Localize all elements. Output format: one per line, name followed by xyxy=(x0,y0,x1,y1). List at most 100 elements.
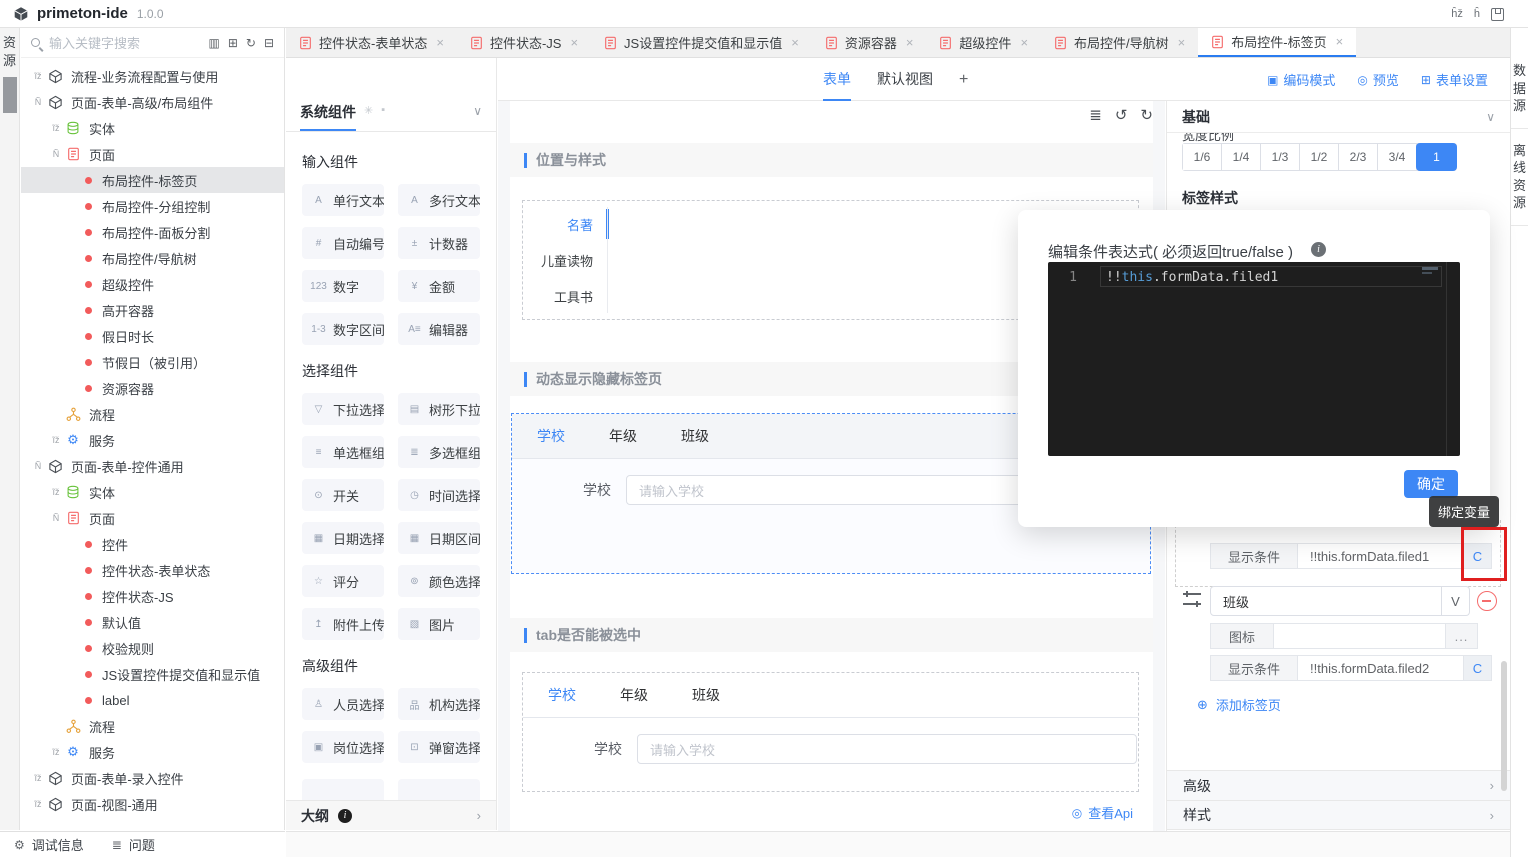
vertical-tab-儿童读物[interactable]: 儿童读物 xyxy=(523,242,607,278)
palette-item-岗位选择[interactable]: ▣岗位选择 xyxy=(302,731,384,763)
chevron-collapsed-icon[interactable]: ĩž xyxy=(29,71,47,81)
chevron-expanded-icon[interactable]: Ñ xyxy=(29,97,47,107)
tree-item-布局控件-面板分割[interactable]: 布局控件-面板分割 xyxy=(21,219,284,245)
tree-item-默认值[interactable]: 默认值 xyxy=(21,609,284,635)
document-tab-JS设置控件提交值和显示值[interactable]: JS设置控件提交值和显示值× xyxy=(591,28,812,57)
refresh-icon[interactable]: ↻ xyxy=(246,36,256,50)
tree-item-高开容器[interactable]: 高开容器 xyxy=(21,297,284,323)
undo-icon[interactable]: ↺ xyxy=(1115,106,1128,124)
chevron-expanded-icon[interactable]: Ñ xyxy=(47,513,65,523)
chevron-expanded-icon[interactable]: Ñ xyxy=(47,149,65,159)
palette-item-数字区间[interactable]: 1-3数字区间 xyxy=(302,313,384,345)
tree-item-页面-表单-控件通用[interactable]: Ñ页面-表单-控件通用 xyxy=(21,453,284,479)
chevron-collapsed-icon[interactable]: ĩž xyxy=(47,487,65,497)
chevron-collapsed-icon[interactable]: ĩž xyxy=(29,799,47,809)
school-input[interactable]: 请输入学校 xyxy=(637,734,1137,764)
palette-item-自动编号[interactable]: #自动编号 xyxy=(302,227,384,259)
document-tab-控件状态-JS[interactable]: 控件状态-JS× xyxy=(457,28,591,57)
tree-item-超级控件[interactable]: 超级控件 xyxy=(21,271,284,297)
chevron-collapsed-icon[interactable]: ĩž xyxy=(29,773,47,783)
group-tab-年级[interactable]: 年级 xyxy=(620,685,648,705)
width-option-1/2[interactable]: 1/2 xyxy=(1300,144,1339,170)
tree-item-控件[interactable]: 控件 xyxy=(21,531,284,557)
tree-item-页面[interactable]: Ñ页面 xyxy=(21,505,284,531)
width-option-2/3[interactable]: 2/3 xyxy=(1339,144,1378,170)
document-tab-布局控件/导航树[interactable]: 布局控件/导航树× xyxy=(1041,28,1198,57)
tree-item-页面-表单-录入控件[interactable]: ĩž页面-表单-录入控件 xyxy=(21,765,284,791)
tree-item-流程[interactable]: 流程 xyxy=(21,401,284,427)
add-view-button[interactable]: + xyxy=(959,71,968,89)
tree-item-label[interactable]: label xyxy=(21,687,284,713)
right-rail-item-离线资源[interactable]: 离线资源 xyxy=(1511,129,1528,226)
palette-item-评分[interactable]: ☆评分 xyxy=(302,565,384,597)
close-icon[interactable]: × xyxy=(906,35,914,50)
palette-item-树形下拉[interactable]: ▤树形下拉 xyxy=(398,393,480,425)
tree-item-实体[interactable]: ĩž实体 xyxy=(21,115,284,141)
palette-item-计数器[interactable]: ±计数器 xyxy=(398,227,480,259)
tab-group-widget[interactable]: 学校年级班级 学校 请输入学校 xyxy=(522,672,1139,792)
tree-item-服务[interactable]: ĩž⚙服务 xyxy=(21,427,284,453)
tree-item-布局控件/导航树[interactable]: 布局控件/导航树 xyxy=(21,245,284,271)
document-tab-控件状态-表单状态[interactable]: 控件状态-表单状态× xyxy=(286,28,457,57)
tab-form[interactable]: 表单 xyxy=(823,58,851,101)
debug-info-button[interactable]: ⚙ 调试信息 xyxy=(14,835,84,854)
palette-item-日期选择[interactable]: ▦日期选择 xyxy=(302,522,384,554)
group-tab-学校[interactable]: 学校 xyxy=(537,426,565,446)
vertical-tab-工具书[interactable]: 工具书 xyxy=(523,278,607,314)
group-tab-学校[interactable]: 学校 xyxy=(548,685,576,705)
close-icon[interactable]: × xyxy=(436,35,444,50)
tree-item-服务[interactable]: ĩž⚙服务 xyxy=(21,739,284,765)
vertical-tab-名著[interactable]: 名著 xyxy=(523,206,607,242)
advanced-section-header[interactable]: 高级 › xyxy=(1167,770,1510,800)
style-section-header[interactable]: 样式 › xyxy=(1167,800,1510,830)
palette-item-编辑器[interactable]: A≡编辑器 xyxy=(398,313,480,345)
variable-toggle-button[interactable]: V xyxy=(1442,586,1470,616)
outline-bar[interactable]: 大纲 i › xyxy=(286,800,497,830)
tree-item-页面[interactable]: Ñ页面 xyxy=(21,141,284,167)
close-icon[interactable]: × xyxy=(570,35,578,50)
rail-scroll-thumb[interactable] xyxy=(3,77,17,113)
search-input[interactable]: 输入关键字搜索 xyxy=(49,33,208,52)
palette-item-图片[interactable]: ▧图片 xyxy=(398,608,480,640)
chevron-expanded-icon[interactable]: Ñ xyxy=(29,461,47,471)
tab-item-name-input[interactable]: 班级 xyxy=(1210,586,1442,616)
tree-item-校验规则[interactable]: 校验规则 xyxy=(21,635,284,661)
tree-item-实体[interactable]: ĩž实体 xyxy=(21,479,284,505)
problems-button[interactable]: ≣ 问题 xyxy=(112,835,155,854)
bind-variable-button[interactable]: C xyxy=(1464,655,1492,681)
document-tab-超级控件[interactable]: 超级控件× xyxy=(926,28,1041,57)
tab-default-view[interactable]: 默认视图 xyxy=(877,58,933,101)
right-rail-item-数据源[interactable]: 数据源 xyxy=(1511,28,1528,129)
palette-item-日期区间[interactable]: ▦日期区间 xyxy=(398,522,480,554)
palette-item-时间选择[interactable]: ◷时间选择 xyxy=(398,479,480,511)
code-editor[interactable]: 1 !!this.formData.filed1 xyxy=(1048,262,1460,456)
resource-rail-label[interactable]: 资源 xyxy=(3,28,17,69)
tree-item-布局控件-标签页[interactable]: 布局控件-标签页 xyxy=(21,167,284,193)
group-tab-班级[interactable]: 班级 xyxy=(692,685,720,705)
palette-item-人员选择[interactable]: ♙人员选择 xyxy=(302,688,384,720)
close-icon[interactable]: × xyxy=(791,35,799,50)
tree-item-页面-视图-通用[interactable]: ĩž页面-视图-通用 xyxy=(21,791,284,817)
view-api-link[interactable]: ◎ 查看Api xyxy=(1072,803,1133,822)
more-options-button[interactable]: ... xyxy=(1446,623,1478,649)
tree-item-流程[interactable]: 流程 xyxy=(21,713,284,739)
tree-item-控件状态-表单状态[interactable]: 控件状态-表单状态 xyxy=(21,557,284,583)
width-option-1/6[interactable]: 1/6 xyxy=(1183,144,1222,170)
save-icon[interactable] xyxy=(1491,8,1504,21)
titlebar-glyph-icon[interactable]: ĥž xyxy=(1451,8,1463,20)
chevron-collapsed-icon[interactable]: ĩž xyxy=(47,123,65,133)
width-option-1[interactable]: 1 xyxy=(1416,143,1457,171)
remove-tab-icon[interactable] xyxy=(1477,591,1497,611)
preview-button[interactable]: ◎预览 xyxy=(1357,70,1399,89)
palette-item-颜色选择[interactable]: ⊚颜色选择 xyxy=(398,565,480,597)
palette-item-弹窗选择[interactable]: ⊡弹窗选择 xyxy=(398,731,480,763)
palette-item-开关[interactable]: ⊙开关 xyxy=(302,479,384,511)
inspector-scrollbar[interactable] xyxy=(1501,661,1507,791)
document-tab-布局控件-标签页[interactable]: 布局控件-标签页× xyxy=(1198,28,1356,57)
width-option-1/4[interactable]: 1/4 xyxy=(1222,144,1261,170)
locate-file-icon[interactable]: ▥ xyxy=(208,36,219,50)
drag-handle-icon[interactable] xyxy=(1183,593,1201,605)
code-content[interactable]: !!this.formData.filed1 xyxy=(1106,270,1278,285)
close-icon[interactable]: × xyxy=(1020,35,1028,50)
close-icon[interactable]: × xyxy=(1336,34,1344,49)
